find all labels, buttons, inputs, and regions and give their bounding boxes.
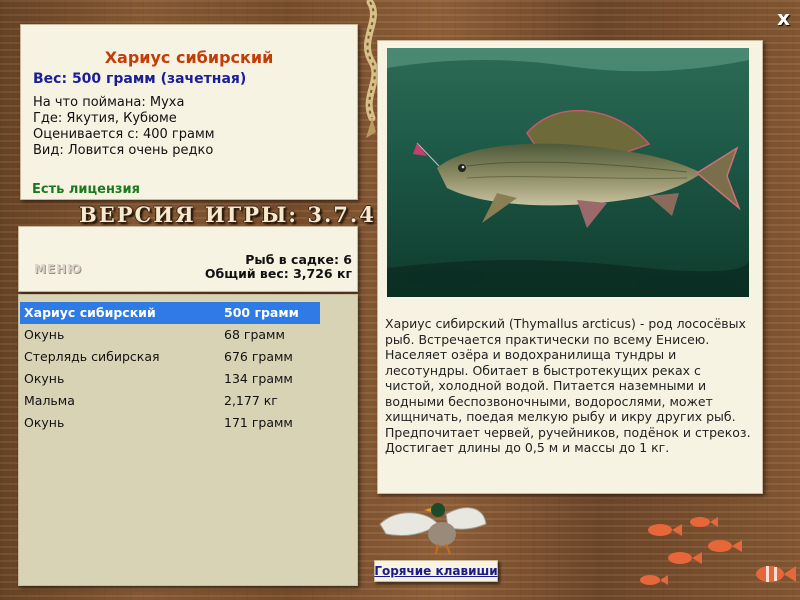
hotkeys-button[interactable]: Горячие клавиши (374, 560, 498, 582)
fish-photo (387, 48, 749, 297)
duck-icon (379, 503, 487, 555)
catch-item-weight: 68 грамм (224, 327, 285, 342)
fish-valued-from: Оценивается с: 400 грамм (33, 127, 215, 142)
fish-bait: На что поймана: Муха (33, 95, 185, 110)
catch-item-name: Мальма (24, 393, 75, 408)
fish-info-panel: Хариус сибирский Вес: 500 грамм (зачетна… (20, 24, 358, 200)
catch-item-weight: 134 грамм (224, 371, 293, 386)
fish-count: Рыб в садке: 6 (245, 252, 352, 267)
game-version: ВЕРСИЯ ИГРЫ: 3.7.4 (79, 202, 376, 227)
catch-list-item[interactable]: Окунь 68 грамм (20, 324, 320, 346)
catch-list-item[interactable]: Хариус сибирский 500 грамм (20, 302, 320, 324)
catch-item-name: Окунь (24, 327, 65, 342)
fish-rarity: Вид: Ловится очень редко (33, 143, 214, 158)
catch-item-weight: 171 грамм (224, 415, 293, 430)
goldfish-icon (640, 517, 796, 585)
fish-location: Где: Якутия, Кубюме (33, 111, 177, 126)
catch-item-weight: 500 грамм (224, 305, 299, 320)
catch-list-item[interactable]: Мальма 2,177 кг (20, 390, 320, 412)
catch-item-name: Окунь (24, 415, 65, 430)
close-button[interactable]: x (777, 6, 790, 30)
catch-item-weight: 2,177 кг (224, 393, 278, 408)
catch-item-name: Хариус сибирский (24, 305, 156, 320)
stats-panel: МЕНЮ Рыб в садке: 6 Общий вес: 3,726 кг (18, 226, 358, 292)
fish-photo-panel: Хариус сибирский (Thymallus arcticus) - … (377, 40, 763, 494)
menu-button[interactable]: МЕНЮ (34, 262, 82, 276)
fish-weight: Вес: 500 грамм (зачетная) (33, 71, 247, 87)
fish-description: Хариус сибирский (Thymallus arcticus) - … (385, 316, 751, 455)
total-weight: Общий вес: 3,726 кг (204, 266, 352, 281)
catch-item-name: Окунь (24, 371, 65, 386)
close-icon: x (777, 6, 790, 30)
fish-name: Хариус сибирский (104, 48, 274, 67)
catch-list-item[interactable]: Окунь 171 грамм (20, 412, 320, 434)
catch-list: Хариус сибирский 500 грамм Окунь 68 грамм Ст… (18, 294, 358, 586)
catch-item-weight: 676 грамм (224, 349, 293, 364)
catch-list-item[interactable]: Стерлядь сибирская 676 грамм (20, 346, 320, 368)
catch-list-item[interactable]: Окунь 134 грамм (20, 368, 320, 390)
catch-item-name: Стерлядь сибирская (24, 349, 160, 364)
license-status: Есть лицензия (32, 182, 140, 197)
